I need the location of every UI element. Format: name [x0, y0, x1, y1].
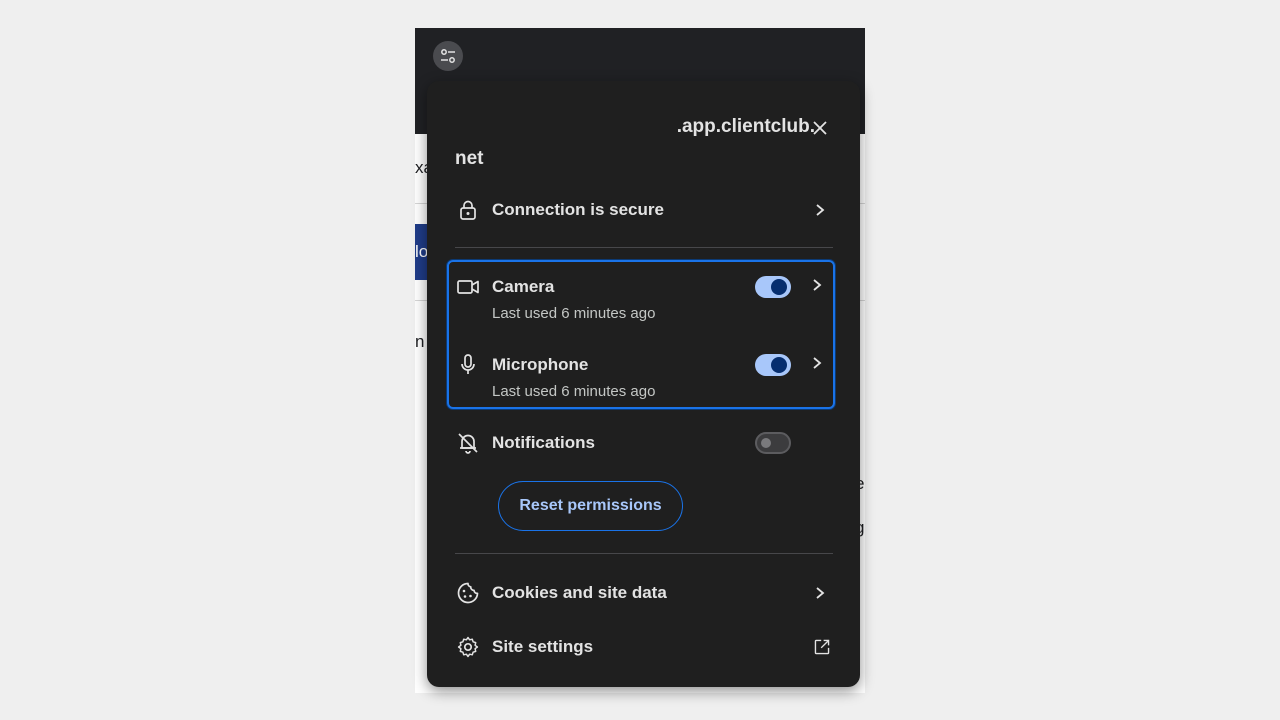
- toggle-knob: [771, 357, 787, 373]
- site-info-popup: .app.clientclub. net Connection is secur…: [427, 81, 860, 687]
- lock-icon: [455, 197, 481, 223]
- cookies-label: Cookies and site data: [492, 583, 667, 602]
- chevron-right-icon: [811, 584, 829, 602]
- tune-icon: [441, 49, 455, 63]
- background-text: n: [415, 332, 425, 351]
- microphone-label: Microphone: [492, 355, 589, 374]
- site-info-button[interactable]: [433, 41, 463, 71]
- microphone-toggle[interactable]: [755, 354, 791, 376]
- cookies-row[interactable]: Cookies and site data: [455, 579, 833, 607]
- site-host: .app.clientclub. net: [455, 111, 815, 175]
- toggle-knob: [761, 438, 771, 448]
- microphone-last-used: Last used 6 minutes ago: [492, 383, 656, 400]
- connection-security-label: Connection is secure: [492, 200, 664, 219]
- notifications-off-icon: [455, 430, 481, 456]
- cookie-icon: [455, 580, 481, 606]
- section-divider: [455, 247, 833, 248]
- site-host-line1: .app.clientclub.: [676, 116, 815, 137]
- toggle-knob: [771, 279, 787, 295]
- chevron-right-icon: [811, 356, 823, 375]
- camera-last-used: Last used 6 minutes ago: [492, 305, 656, 322]
- close-icon: [813, 121, 827, 135]
- notifications-toggle[interactable]: [755, 432, 791, 454]
- camera-label: Camera: [492, 277, 555, 296]
- reset-permissions-button[interactable]: Reset permissions: [498, 481, 683, 531]
- microphone-permission-row[interactable]: Microphone Last used 6 minutes ago: [455, 352, 833, 400]
- site-host-line2: net: [455, 148, 484, 169]
- chevron-right-icon: [811, 201, 829, 219]
- open-in-new-icon: [813, 638, 831, 656]
- site-settings-label: Site settings: [492, 637, 594, 656]
- section-divider: [455, 553, 833, 554]
- videocam-icon: [455, 274, 481, 300]
- close-button[interactable]: [807, 115, 833, 141]
- chevron-right-icon: [811, 278, 823, 297]
- notifications-label: Notifications: [492, 433, 595, 452]
- connection-security-row[interactable]: Connection is secure: [455, 196, 833, 224]
- mic-icon: [455, 352, 481, 378]
- site-settings-row[interactable]: Site settings: [455, 633, 833, 661]
- gear-icon: [455, 634, 481, 660]
- camera-toggle[interactable]: [755, 276, 791, 298]
- notifications-permission-row[interactable]: Notifications: [455, 429, 833, 457]
- camera-permission-row[interactable]: Camera Last used 6 minutes ago: [455, 274, 833, 322]
